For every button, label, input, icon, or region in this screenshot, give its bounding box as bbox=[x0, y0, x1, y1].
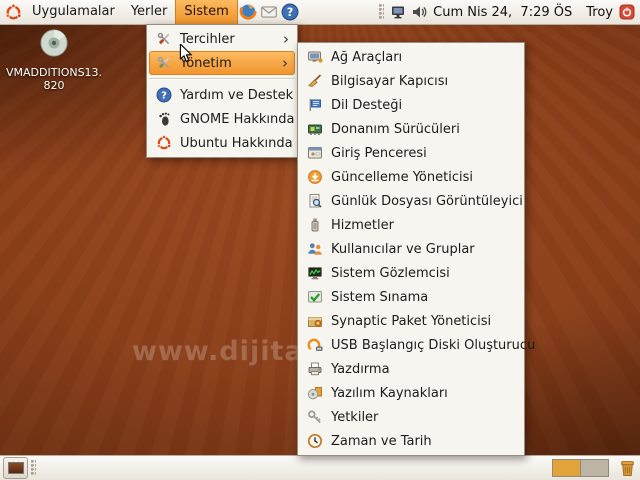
menu-item-gnome-hakkinda[interactable]: GNOME Hakkında bbox=[148, 107, 296, 131]
volume-tray-icon[interactable] bbox=[410, 4, 427, 21]
watermark-text: www.dijita bbox=[132, 336, 304, 367]
help-launcher-icon[interactable]: ? bbox=[281, 3, 300, 22]
menu-item-kullanicilar-ve-gruplar[interactable]: Kullanıcılar ve Gruplar bbox=[299, 237, 523, 261]
menu-separator bbox=[149, 78, 295, 80]
system-testing-icon bbox=[307, 289, 323, 305]
synaptic-package-manager-icon bbox=[307, 313, 323, 329]
ubuntu-menu-logo-icon bbox=[4, 3, 23, 22]
tray-drag-handle[interactable] bbox=[379, 4, 385, 20]
menu-item-dil-destegi[interactable]: Dil Desteği bbox=[299, 93, 523, 117]
printing-icon bbox=[307, 361, 323, 377]
user-switcher-name[interactable]: Troy bbox=[586, 5, 613, 20]
authorizations-keys-icon bbox=[307, 409, 323, 425]
menu-item-hizmetler[interactable]: Hizmetler bbox=[299, 213, 523, 237]
computer-janitor-broom-icon bbox=[307, 73, 323, 89]
ubuntu-logo-icon bbox=[156, 135, 172, 151]
menu-item-synaptic-paket-yoneticisi[interactable]: Synaptic Paket Yöneticisi bbox=[299, 309, 523, 333]
menu-item-giris-penceresi[interactable]: Giriş Penceresi bbox=[299, 141, 523, 165]
mail-launcher-icon[interactable] bbox=[260, 3, 279, 22]
menu-item-donanim-suruculeri[interactable]: Donanım Sürücüleri bbox=[299, 117, 523, 141]
mouse-cursor bbox=[179, 42, 193, 67]
system-menu-popup: Tercihler › Yönetim › ? Yardım ve Destek… bbox=[146, 24, 298, 158]
menubar-item-sistem[interactable]: Sistem bbox=[175, 0, 238, 24]
menu-item-ag-araclari[interactable]: Ağ Araçları bbox=[299, 45, 523, 69]
menu-item-gunluk-dosyasi-goruntuleyici[interactable]: Günlük Dosyası Görüntüleyici bbox=[299, 189, 523, 213]
menu-item-tercihler[interactable]: Tercihler › bbox=[148, 27, 296, 51]
trash-icon[interactable] bbox=[618, 459, 636, 477]
help-question-icon: ? bbox=[156, 87, 172, 103]
administration-submenu-popup: Ağ Araçları Bilgisayar Kapıcısı Dil Dest… bbox=[297, 42, 535, 456]
menu-item-usb-baslangic-diski-olusturucu[interactable]: USB Başlangıç Diski Oluşturucu bbox=[299, 333, 535, 357]
desktop-screen: www.dijita VMADDITIONS13. 820 Uygulamala… bbox=[0, 0, 640, 480]
firefox-launcher-icon[interactable] bbox=[239, 3, 258, 22]
preferences-tools-icon bbox=[156, 31, 172, 47]
menu-item-sistem-sinama[interactable]: Sistem Sınama bbox=[299, 285, 523, 309]
menu-item-yazilim-kaynaklari[interactable]: Yazılım Kaynakları bbox=[299, 381, 523, 405]
workspace-2[interactable] bbox=[580, 460, 608, 476]
desktop-thumbnail-icon bbox=[7, 462, 24, 474]
gnome-foot-icon bbox=[156, 111, 172, 127]
svg-text:?: ? bbox=[287, 6, 294, 19]
show-desktop-button[interactable] bbox=[3, 457, 28, 479]
menu-item-ubuntu-hakkinda[interactable]: Ubuntu Hakkında bbox=[148, 131, 296, 155]
menu-item-yonetim[interactable]: Yönetim › bbox=[149, 51, 295, 75]
menu-item-guncelleme-yoneticisi[interactable]: Güncelleme Yöneticisi bbox=[299, 165, 523, 189]
menu-item-zaman-ve-tarih[interactable]: Zaman ve Tarih bbox=[299, 429, 523, 453]
time-date-clock-icon bbox=[307, 433, 323, 449]
menu-item-bilgisayar-kapicisi[interactable]: Bilgisayar Kapıcısı bbox=[299, 69, 523, 93]
administration-tools-icon bbox=[156, 55, 172, 71]
workspace-switcher bbox=[552, 459, 609, 477]
network-tray-icon[interactable] bbox=[389, 4, 406, 21]
power-logout-icon[interactable] bbox=[618, 4, 635, 21]
desktop-icon-label: VMADDITIONS13. 820 bbox=[6, 66, 103, 92]
users-groups-icon bbox=[307, 241, 323, 257]
taskbar-drag-handle[interactable] bbox=[31, 460, 36, 476]
top-panel: Uygulamalar Yerler Sistem ? Cum Nis 24, … bbox=[0, 0, 640, 25]
menubar-item-uygulamalar[interactable]: Uygulamalar bbox=[24, 0, 123, 24]
clock-applet[interactable]: Cum Nis 24, 7:29 ÖS bbox=[433, 5, 572, 20]
services-icon bbox=[307, 217, 323, 233]
bottom-panel bbox=[0, 455, 640, 480]
menu-item-yardim-ve-destek[interactable]: ? Yardım ve Destek bbox=[148, 83, 296, 107]
software-sources-icon bbox=[307, 385, 323, 401]
update-manager-icon bbox=[307, 169, 323, 185]
menu-item-sistem-gozlemcisi[interactable]: Sistem Gözlemcisi bbox=[299, 261, 523, 285]
usb-creator-icon bbox=[307, 337, 323, 353]
system-monitor-icon bbox=[307, 265, 323, 281]
menubar-item-yerler[interactable]: Yerler bbox=[123, 0, 176, 24]
submenu-arrow-icon: › bbox=[283, 29, 289, 48]
cd-disc-icon bbox=[40, 29, 68, 57]
language-flag-icon bbox=[307, 97, 323, 113]
login-window-icon bbox=[307, 145, 323, 161]
menu-item-yetkiler[interactable]: Yetkiler bbox=[299, 405, 523, 429]
log-viewer-icon bbox=[307, 193, 323, 209]
network-tools-icon bbox=[307, 49, 323, 65]
hardware-drivers-icon bbox=[307, 121, 323, 137]
workspace-1[interactable] bbox=[553, 460, 580, 476]
menu-item-yazdirma[interactable]: Yazdırma bbox=[299, 357, 523, 381]
svg-text:?: ? bbox=[161, 91, 167, 102]
submenu-arrow-icon: › bbox=[282, 53, 288, 72]
desktop-icon-vmadditions[interactable]: VMADDITIONS13. 820 bbox=[6, 28, 102, 92]
